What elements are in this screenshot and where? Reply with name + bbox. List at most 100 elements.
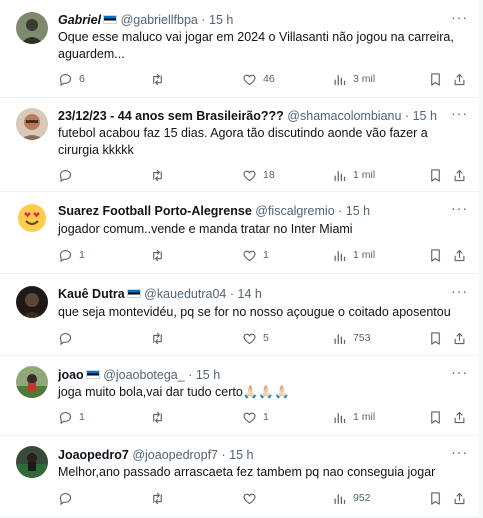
share-icon xyxy=(454,492,465,504)
retweet-button[interactable] xyxy=(150,408,171,426)
bookmark-button[interactable] xyxy=(428,70,443,88)
avatar[interactable] xyxy=(16,108,48,140)
display-name[interactable]: 23/12/23 - 44 anos sem Brasileirão??? xyxy=(58,109,284,123)
timestamp[interactable]: 15 h xyxy=(346,204,370,218)
bookmark-button[interactable] xyxy=(428,329,443,347)
more-options-icon[interactable]: ··· xyxy=(451,365,467,384)
like-button[interactable]: 1 xyxy=(242,246,269,264)
reply-icon xyxy=(59,411,72,424)
timestamp[interactable]: 15 h xyxy=(229,448,253,462)
tweet-header: Gabriel @gabriellfbpa · 15 h xyxy=(58,11,443,29)
avatar[interactable] xyxy=(16,446,48,478)
views-button[interactable]: 952 xyxy=(332,489,371,507)
reply-button[interactable] xyxy=(58,489,79,507)
bookmark-button[interactable] xyxy=(428,246,443,264)
user-handle[interactable]: @joaopedropf7 xyxy=(132,448,218,462)
views-chart-icon xyxy=(334,333,346,344)
tweet-header: 23/12/23 - 44 anos sem Brasileirão??? @s… xyxy=(58,107,443,125)
reply-button[interactable] xyxy=(58,166,79,184)
tweet[interactable]: joao @joaobotega_ · 15 h ··· joga muito … xyxy=(0,356,483,436)
share-button[interactable] xyxy=(452,329,467,347)
retweet-button[interactable] xyxy=(150,489,171,507)
bookmark-button[interactable] xyxy=(428,408,443,426)
tweet[interactable]: Suarez Football Porto-Alegrense @fiscalg… xyxy=(0,192,483,274)
avatar[interactable] xyxy=(16,366,48,398)
bookmark-icon xyxy=(431,248,440,262)
separator-dot: · xyxy=(338,204,343,218)
avatar[interactable] xyxy=(16,202,48,234)
more-options-icon[interactable]: ··· xyxy=(451,106,467,125)
avatar[interactable] xyxy=(16,286,48,318)
flag-icon xyxy=(103,15,118,24)
more-options-icon[interactable]: ··· xyxy=(451,445,467,464)
views-button[interactable]: 3 mil xyxy=(332,70,375,88)
display-name[interactable]: joao xyxy=(58,368,84,382)
share-button[interactable] xyxy=(452,408,467,426)
reply-icon xyxy=(59,332,72,345)
tweet[interactable]: Gabriel @gabriellfbpa · 15 h ··· Oque es… xyxy=(0,0,483,98)
timestamp[interactable]: 14 h xyxy=(238,287,262,301)
share-button[interactable] xyxy=(452,246,467,264)
display-name[interactable]: Joaopedro7 xyxy=(58,448,129,462)
bookmark-button[interactable] xyxy=(428,166,443,184)
views-button[interactable]: 1 mil xyxy=(332,166,375,184)
bookmark-button[interactable] xyxy=(428,489,443,507)
user-handle[interactable]: @gabriellfbpa xyxy=(121,13,198,27)
share-button[interactable] xyxy=(452,489,467,507)
retweet-icon xyxy=(153,249,162,261)
share-icon xyxy=(454,169,465,181)
display-name[interactable]: Gabriel xyxy=(58,13,101,27)
flag-icon xyxy=(126,289,141,298)
tweet[interactable]: Joaopedro7 @joaopedropf7 · 15 h ··· Melh… xyxy=(0,436,483,518)
more-options-icon[interactable]: ··· xyxy=(451,284,467,303)
tweet[interactable]: 23/12/23 - 44 anos sem Brasileirão??? @s… xyxy=(0,98,483,192)
share-icon xyxy=(454,249,465,261)
like-button[interactable]: 18 xyxy=(242,166,275,184)
views-chart-icon xyxy=(334,493,346,504)
reply-button[interactable] xyxy=(58,329,79,347)
like-count: 46 xyxy=(263,73,275,85)
tweet-text: que seja montevidéu, pq se for no nosso … xyxy=(58,305,451,319)
like-button[interactable]: 1 xyxy=(242,408,269,426)
reply-feed: Gabriel @gabriellfbpa · 15 h ··· Oque es… xyxy=(0,0,483,518)
timestamp[interactable]: 15 h xyxy=(413,109,437,123)
bookmark-icon xyxy=(431,72,440,86)
reply-count: 1 xyxy=(79,411,85,423)
like-button[interactable]: 46 xyxy=(242,70,275,88)
user-handle[interactable]: @fiscalgremio xyxy=(255,204,334,218)
retweet-button[interactable] xyxy=(150,166,171,184)
more-options-icon[interactable]: ··· xyxy=(451,10,467,29)
retweet-button[interactable] xyxy=(150,70,171,88)
display-name[interactable]: Kauê Dutra xyxy=(58,287,125,301)
more-options-icon[interactable]: ··· xyxy=(451,201,467,220)
reply-button[interactable]: 6 xyxy=(58,70,85,88)
tweet-text: Melhor,ano passado arrascaeta fez tambem… xyxy=(58,465,436,479)
share-icon xyxy=(454,73,465,85)
like-button[interactable] xyxy=(242,489,263,507)
reply-button[interactable]: 1 xyxy=(58,408,85,426)
display-name[interactable]: Suarez Football Porto-Alegrense xyxy=(58,204,252,218)
tweet-text: joga muito bola,vai dar tudo certo🙏🏻🙏🏻🙏🏻 xyxy=(58,385,290,399)
reply-button[interactable]: 1 xyxy=(58,246,85,264)
like-button[interactable]: 5 xyxy=(242,329,269,347)
user-handle[interactable]: @kauedutra04 xyxy=(144,287,226,301)
user-handle[interactable]: @shamacolombianu xyxy=(287,109,401,123)
share-button[interactable] xyxy=(452,166,467,184)
heart-icon xyxy=(243,250,256,261)
timestamp[interactable]: 15 h xyxy=(196,368,220,382)
views-button[interactable]: 753 xyxy=(332,329,371,347)
scrollbar[interactable] xyxy=(479,0,483,518)
share-button[interactable] xyxy=(452,70,467,88)
retweet-button[interactable] xyxy=(150,329,171,347)
user-handle[interactable]: @joaobotega_ xyxy=(103,368,185,382)
views-count: 1 mil xyxy=(353,169,376,181)
retweet-button[interactable] xyxy=(150,246,171,264)
views-button[interactable]: 1 mil xyxy=(332,246,375,264)
action-bar: 18 1 mil xyxy=(58,166,467,184)
tweet-text: Oque esse maluco vai jogar em 2024 o Vil… xyxy=(58,30,454,61)
timestamp[interactable]: 15 h xyxy=(209,13,233,27)
tweet-header: joao @joaobotega_ · 15 h xyxy=(58,366,443,384)
views-button[interactable]: 1 mil xyxy=(332,408,375,426)
tweet[interactable]: Kauê Dutra @kauedutra04 · 14 h ··· que s… xyxy=(0,274,483,356)
avatar[interactable] xyxy=(16,12,48,44)
